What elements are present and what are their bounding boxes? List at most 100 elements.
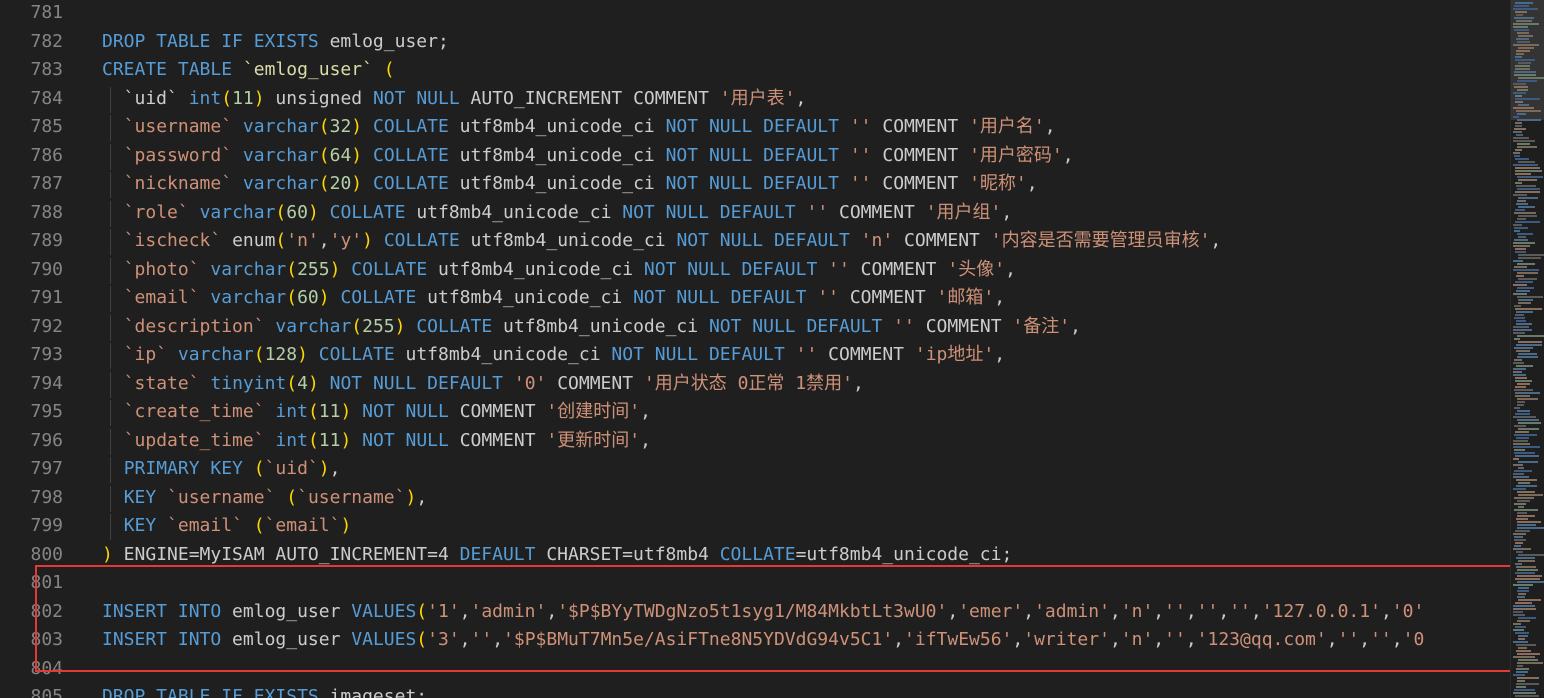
minimap-line xyxy=(1518,278,1537,280)
code-line[interactable]: 804 xyxy=(0,655,1510,683)
code-line[interactable]: 802 INSERT INTO emlog_user VALUES('1','ad… xyxy=(0,598,1510,626)
minimap-line xyxy=(1517,401,1525,403)
code-token: '0' xyxy=(1391,600,1425,622)
minimap-line xyxy=(1513,611,1523,613)
minimap-line xyxy=(1517,404,1524,406)
code-token: '123@qq.com' xyxy=(1196,629,1327,650)
code-token: NOT NULL DEFAULT xyxy=(708,315,883,337)
code-token: COMMENT xyxy=(839,287,937,308)
minimap-line xyxy=(1515,182,1522,184)
minimap-line xyxy=(1518,104,1529,106)
code-line[interactable]: 787 `nickname` varchar(20) COLLATE utf8m… xyxy=(0,170,1510,198)
code-token: varchar xyxy=(242,144,319,166)
code-line[interactable]: 788 `role` varchar(60) COLLATE utf8mb4_u… xyxy=(0,199,1510,227)
line-number: 789 xyxy=(30,230,63,251)
minimap-line xyxy=(1517,515,1535,517)
code-token: ( xyxy=(416,629,428,650)
minimap-line xyxy=(1513,608,1536,610)
code-token: '' xyxy=(1164,600,1186,622)
code-token: '' xyxy=(1164,629,1186,650)
minimap-line xyxy=(1515,191,1540,193)
code-token: 128 xyxy=(264,344,298,365)
code-line[interactable]: 785 `username` varchar(32) COLLATE utf8m… xyxy=(0,113,1510,141)
code-token: 'n' xyxy=(286,230,319,251)
code-token: '头像' xyxy=(947,258,1006,280)
code-token: COLLATE xyxy=(383,230,460,251)
code-token: NOT NULL DEFAULT xyxy=(665,144,839,166)
code-line[interactable]: 781 xyxy=(0,0,1510,27)
code-token: , xyxy=(1153,600,1165,622)
code-editor[interactable]: 781 782 DROP TABLE IF EXISTS emlog_user; 78… xyxy=(0,0,1510,698)
code-token: ) xyxy=(351,173,363,194)
code-line[interactable]: 801 xyxy=(0,569,1510,597)
minimap-line xyxy=(1516,134,1523,136)
code-line[interactable]: 795 `create_time` int(11) NOT NULL COMME… xyxy=(0,398,1510,426)
code-token: ) xyxy=(340,515,352,536)
code-line[interactable]: 796 `update_time` int(11) NOT NULL COMME… xyxy=(0,427,1510,455)
code-token: , xyxy=(546,600,558,622)
code-line[interactable]: 783 CREATE TABLE `emlog_user` ( xyxy=(0,56,1510,84)
code-token: utf8mb4_unicode_ci xyxy=(492,315,709,337)
minimap[interactable] xyxy=(1510,0,1544,698)
code-line[interactable]: 782 DROP TABLE IF EXISTS emlog_user; xyxy=(0,28,1510,56)
code-line[interactable]: 799 KEY `email` (`email`) xyxy=(0,512,1510,540)
code-token: '备注' xyxy=(1012,315,1071,337)
minimap-line xyxy=(1517,287,1534,289)
minimap-line xyxy=(1515,281,1533,283)
code-line[interactable]: 803 INSERT INTO emlog_user VALUES('3','',… xyxy=(0,626,1510,654)
minimap-line xyxy=(1518,206,1535,208)
minimap-line xyxy=(1518,257,1541,259)
minimap-line xyxy=(1518,215,1537,217)
minimap-line xyxy=(1515,392,1540,394)
line-number: 795 xyxy=(30,401,63,422)
minimap-line xyxy=(1514,338,1520,340)
code-text: `password` varchar(64) COLLATE utf8mb4_u… xyxy=(102,142,1074,170)
code-text: CREATE TABLE `emlog_user` ( xyxy=(102,56,395,84)
code-text: ) ENGINE=MyISAM AUTO_INCREMENT=4 DEFAULT… xyxy=(102,541,1012,569)
code-token: varchar xyxy=(210,287,287,308)
code-line[interactable]: 784 `uid` int(11) unsigned NOT NULL AUTO… xyxy=(0,85,1510,113)
code-line[interactable]: 798 KEY `username` (`username`), xyxy=(0,484,1510,512)
minimap-line xyxy=(1516,14,1523,16)
code-line[interactable]: 794 `state` tinyint(4) NOT NULL DEFAULT … xyxy=(0,370,1510,398)
code-line[interactable]: 797 PRIMARY KEY (`uid`), xyxy=(0,455,1510,483)
minimap-line xyxy=(1514,425,1526,427)
code-token: 'y' xyxy=(329,230,363,251)
code-line[interactable]: 792 `description` varchar(255) COLLATE u… xyxy=(0,313,1510,341)
code-line[interactable]: 800) ENGINE=MyISAM AUTO_INCREMENT=4 DEFA… xyxy=(0,541,1510,569)
code-token: ( xyxy=(253,458,265,479)
minimap-line xyxy=(1514,434,1537,436)
code-line[interactable]: 789 `ischeck` enum('n','y') COLLATE utf8… xyxy=(0,227,1510,255)
minimap-line xyxy=(1513,458,1519,460)
minimap-line xyxy=(1513,371,1522,373)
minimap-line xyxy=(1513,674,1525,676)
code-token: COMMENT xyxy=(893,230,991,251)
code-token: `email` xyxy=(167,515,243,536)
code-line[interactable]: 805 DROP TABLE IF EXISTS imageset; xyxy=(0,683,1510,698)
minimap-line xyxy=(1516,290,1530,292)
code-line[interactable]: 791 `email` varchar(60) COLLATE utf8mb4_… xyxy=(0,284,1510,312)
minimap-line xyxy=(1518,77,1544,79)
minimap-line xyxy=(1515,626,1526,628)
code-line[interactable]: 790 `photo` varchar(255) COLLATE utf8mb4… xyxy=(0,256,1510,284)
minimap-line xyxy=(1515,455,1539,457)
minimap-line xyxy=(1514,503,1526,505)
code-text: KEY `username` (`username`), xyxy=(102,484,427,512)
code-line[interactable]: 793 `ip` varchar(128) COLLATE utf8mb4_un… xyxy=(0,341,1510,369)
minimap-line xyxy=(1518,560,1535,562)
minimap-line xyxy=(1513,242,1535,244)
code-text: DROP TABLE IF EXISTS imageset; xyxy=(102,683,427,698)
code-token: , xyxy=(1023,600,1035,622)
code-line[interactable]: 786 `password` varchar(64) COLLATE utf8m… xyxy=(0,142,1510,170)
code-token: ) xyxy=(307,372,319,394)
minimap-line xyxy=(1516,518,1528,520)
code-token: utf8mb4_unicode_ci xyxy=(427,258,644,280)
code-token: ( xyxy=(286,486,298,508)
code-text: `state` tinyint(4) NOT NULL DEFAULT '0' … xyxy=(102,370,864,398)
